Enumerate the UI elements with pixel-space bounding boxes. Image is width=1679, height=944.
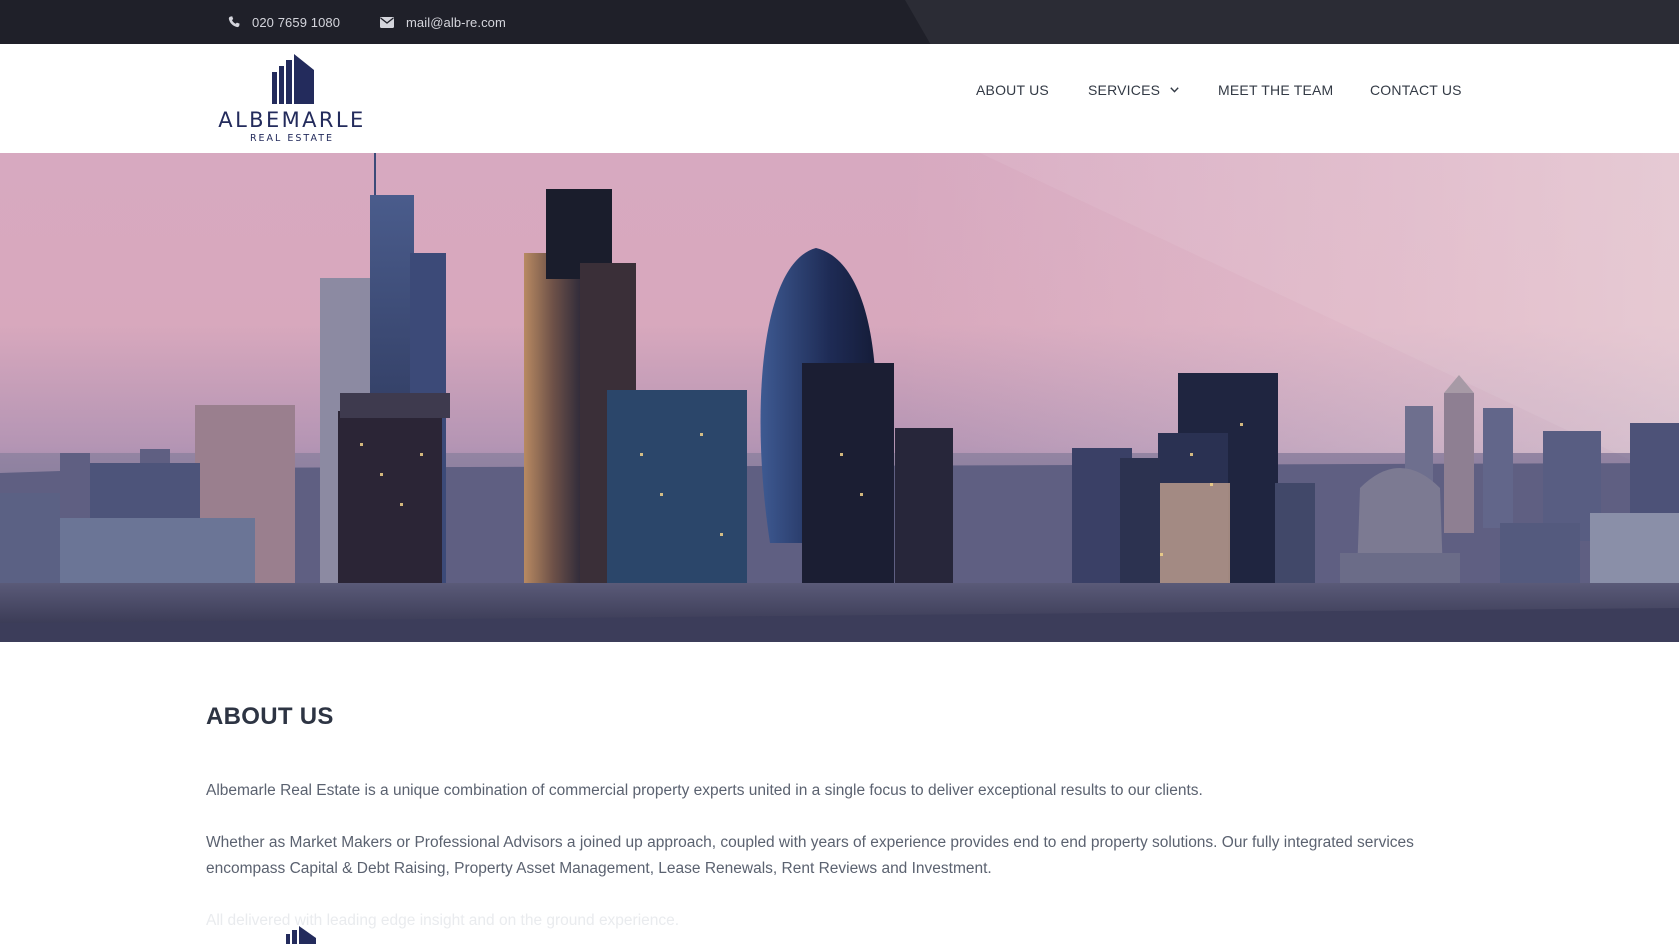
building-logo-icon bbox=[286, 926, 316, 944]
top-contact-bar: 020 7659 1080 mail@alb-re.com bbox=[0, 0, 1679, 44]
nav-item-contact-us[interactable]: CONTACT US bbox=[1370, 82, 1462, 98]
phone-link[interactable]: 020 7659 1080 bbox=[228, 0, 340, 44]
logo-subtitle: REAL ESTATE bbox=[249, 133, 335, 144]
about-paragraph-2: Whether as Market Makers or Professional… bbox=[206, 834, 1414, 877]
about-paragraph-1: Albemarle Real Estate is a unique combin… bbox=[206, 782, 1203, 799]
nav-item-meet-the-team[interactable]: MEET THE TEAM bbox=[1218, 82, 1333, 98]
logo-wordmark: ALBEMARLE bbox=[218, 108, 366, 132]
nav-item-services-label: SERVICES bbox=[1088, 82, 1161, 98]
skyline-illustration bbox=[0, 153, 1679, 642]
site-logo[interactable]: ALBEMARLE REAL ESTATE bbox=[206, 54, 378, 146]
nav-item-services[interactable]: SERVICES bbox=[1088, 82, 1179, 98]
email-address: mail@alb-re.com bbox=[406, 14, 506, 30]
phone-number: 020 7659 1080 bbox=[252, 14, 341, 30]
email-link[interactable]: mail@alb-re.com bbox=[380, 0, 506, 44]
about-paragraph-3: All delivered with leading edge insight … bbox=[206, 912, 680, 929]
chevron-down-icon bbox=[1170, 87, 1179, 93]
about-us-heading: ABOUT US bbox=[206, 703, 334, 730]
phone-icon bbox=[228, 16, 240, 28]
envelope-icon bbox=[380, 16, 394, 28]
hero-skyline-image bbox=[0, 153, 1679, 642]
building-logo-icon bbox=[272, 54, 314, 104]
nav-item-about-us[interactable]: ABOUT US bbox=[976, 82, 1049, 98]
site-header: ALBEMARLE REAL ESTATE ABOUT US SERVICES … bbox=[0, 44, 1679, 153]
topbar-accent-panel bbox=[905, 0, 1679, 44]
